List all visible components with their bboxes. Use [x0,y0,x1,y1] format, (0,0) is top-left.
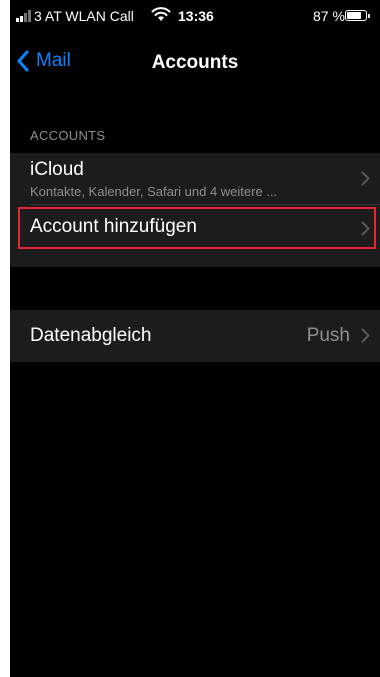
status-bar: 3 AT WLAN Call 13:36 87 % [10,0,380,38]
battery-percent: 87 % [313,8,345,24]
account-subtitle: Kontakte, Kalender, Safari und 4 weitere… [30,184,278,199]
fetch-value: Push [306,325,350,346]
page-title: Accounts [151,52,239,73]
signal-strength-icon [16,10,31,22]
account-label: iCloud [30,159,84,180]
battery-icon [345,10,370,21]
chevron-right-icon [361,221,370,236]
wifi-icon [151,7,171,21]
account-row-icloud[interactable]: iCloud Kontakte, Kalender, Safari und 4 … [10,153,380,205]
fetch-new-data-row[interactable]: Datenabgleich Push [10,310,380,362]
fetch-label: Datenabgleich [30,325,152,346]
accounts-section-header: ACCOUNTS [30,128,106,143]
add-account-row[interactable]: Account hinzufügen [10,205,380,267]
status-time: 13:36 [178,8,214,24]
navigation-bar: Mail Accounts [10,44,380,84]
carrier-label: 3 AT WLAN Call [34,8,134,24]
fetch-group: Datenabgleich Push [10,310,380,362]
mail-accounts-screen: 3 AT WLAN Call 13:36 87 % Mail Accounts … [10,0,380,677]
add-account-label: Account hinzufügen [30,216,197,237]
accounts-group: iCloud Kontakte, Kalender, Safari und 4 … [10,153,380,267]
chevron-right-icon [361,328,370,343]
chevron-right-icon [361,171,370,186]
